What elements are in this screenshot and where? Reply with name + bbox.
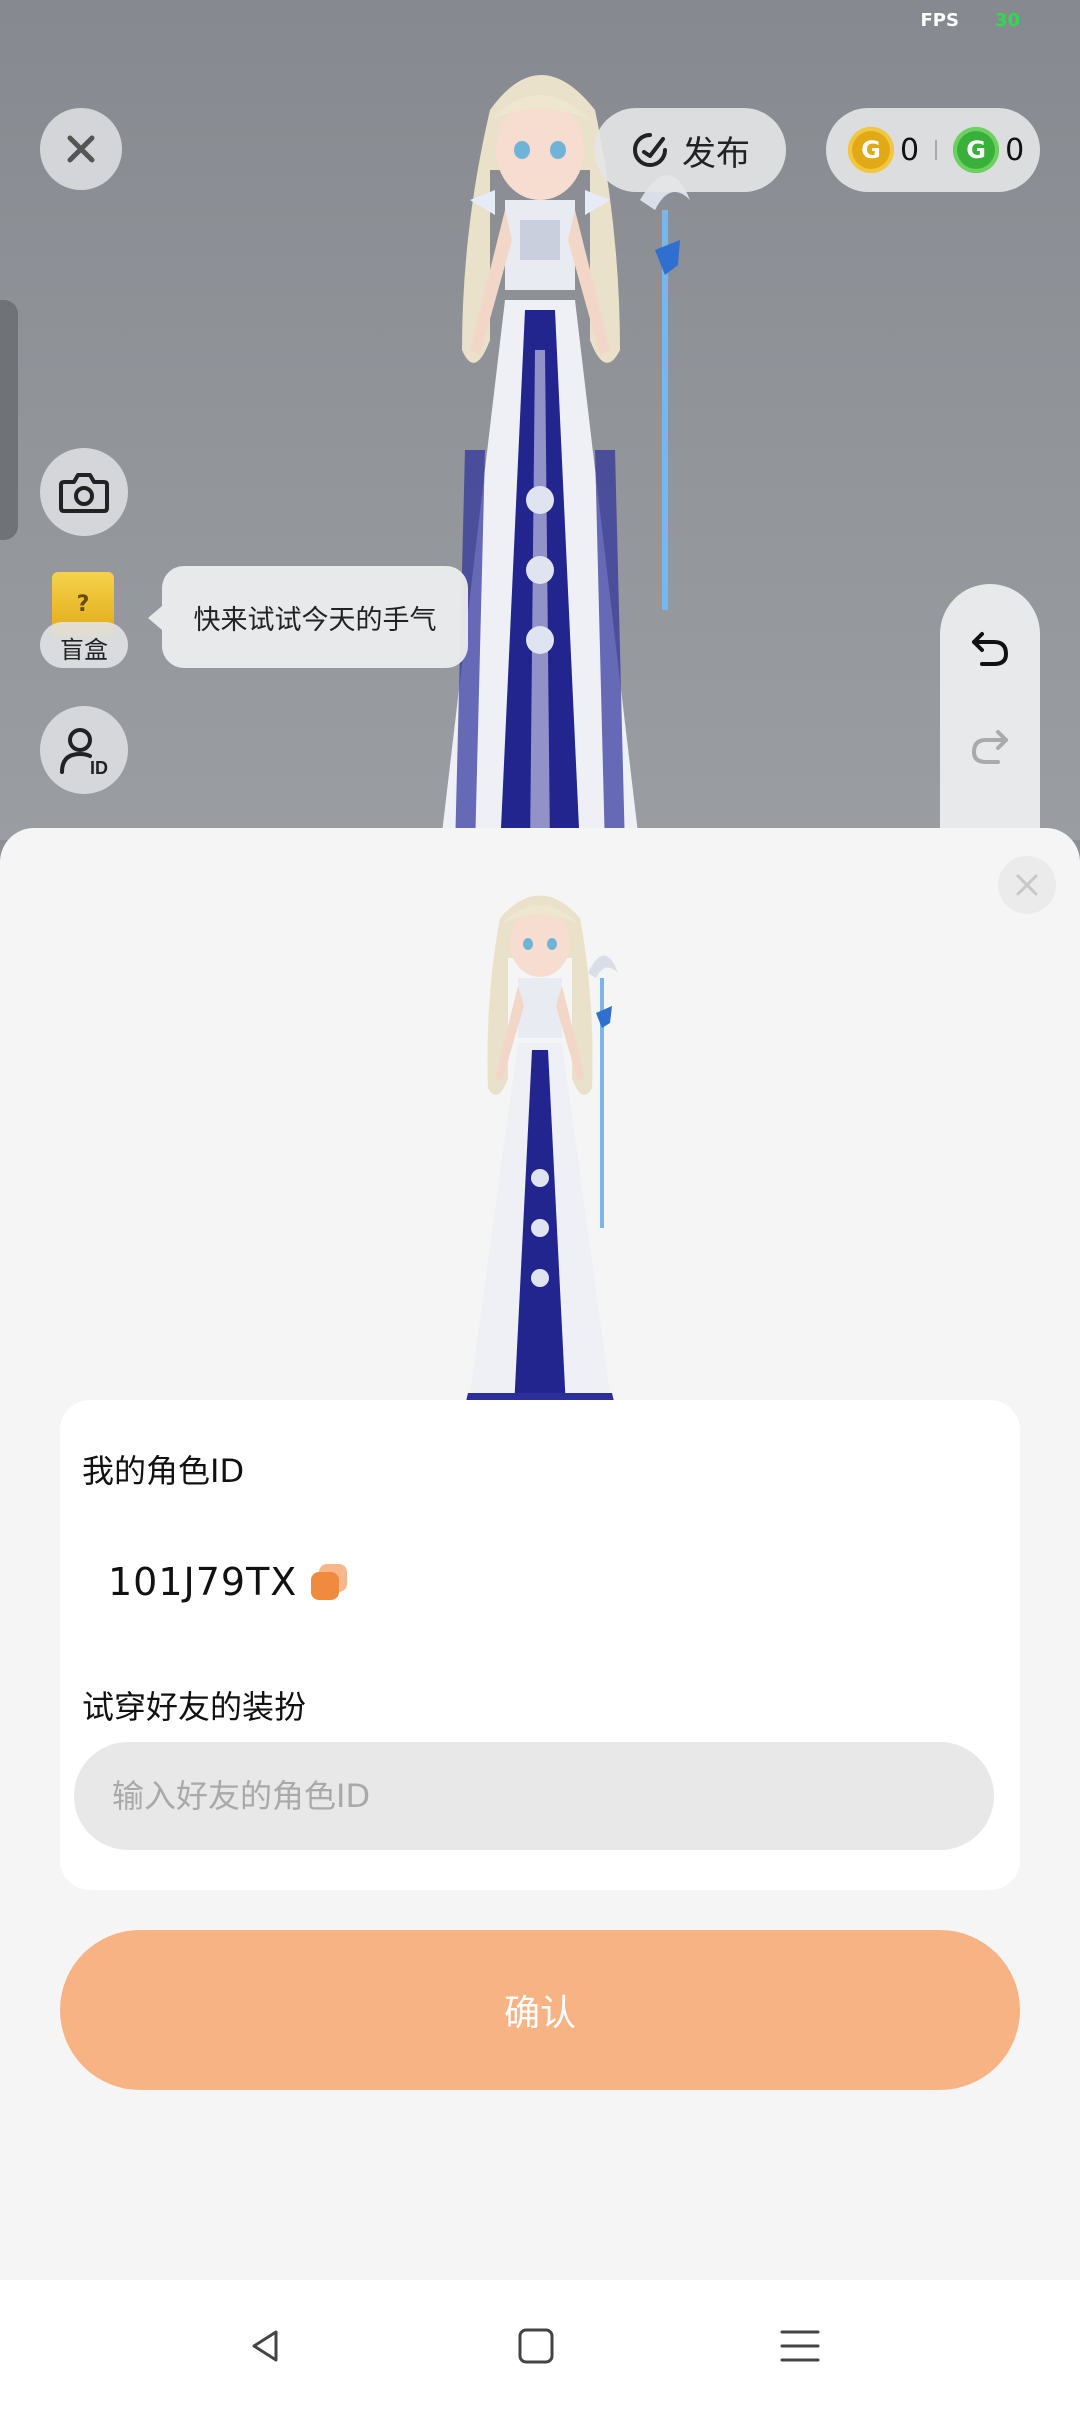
- my-id-title: 我的角色ID: [82, 1452, 245, 1490]
- publish-button[interactable]: 发布: [594, 108, 786, 192]
- undo-redo-panel: [940, 584, 1040, 840]
- character-id-icon: ID: [60, 728, 108, 778]
- friend-id-input[interactable]: [74, 1742, 994, 1850]
- close-icon: [67, 135, 95, 163]
- tryon-title: 试穿好友的装扮: [82, 1688, 307, 1726]
- close-icon: [1016, 874, 1038, 896]
- fps-label: FPS: [920, 10, 959, 31]
- undo-icon[interactable]: [968, 626, 1012, 670]
- sheet-close-button[interactable]: [998, 856, 1056, 914]
- publish-icon: [633, 133, 667, 167]
- fps-counter: FPS 30: [920, 10, 1020, 31]
- back-nav-icon: [252, 2330, 278, 2362]
- green-coin-icon: G: [953, 127, 1000, 173]
- publish-label: 发布: [682, 133, 750, 174]
- currency-pill[interactable]: G 0 G 0: [826, 108, 1040, 192]
- confirm-button[interactable]: 确认: [60, 1930, 1020, 2090]
- menu-nav-button[interactable]: [772, 2318, 828, 2374]
- blindbox-button[interactable]: ? 盲盒: [40, 572, 128, 672]
- home-nav-button[interactable]: [508, 2318, 564, 2374]
- home-nav-icon: [518, 2328, 554, 2364]
- character-id-card: 我的角色ID 101J79TX 试穿好友的装扮: [60, 1400, 1020, 1890]
- character-preview: [464, 895, 618, 1431]
- my-id-row: 101J79TX: [108, 1560, 348, 1604]
- blindbox-label: 盲盒: [40, 622, 128, 668]
- copy-icon[interactable]: [311, 1564, 348, 1600]
- character-id-sheet: 我的角色ID 101J79TX 试穿好友的装扮 确认: [0, 828, 1080, 2280]
- close-button[interactable]: [40, 108, 122, 190]
- camera-icon: [59, 473, 109, 513]
- svg-text:ID: ID: [90, 758, 108, 778]
- back-nav-button[interactable]: [238, 2318, 294, 2374]
- divider: [935, 140, 938, 160]
- my-id-value: 101J79TX: [108, 1560, 298, 1604]
- fps-value: 30: [994, 10, 1020, 31]
- character-id-button[interactable]: ID: [40, 706, 128, 794]
- redo-icon[interactable]: [968, 724, 1012, 768]
- avatar-scene: FPS 30 发布 G 0 G 0 ? 盲盒 快来试试今天的手气 ID: [0, 0, 1080, 840]
- side-drawer-handle[interactable]: [0, 300, 18, 540]
- menu-nav-icon: [780, 2330, 820, 2362]
- gold-coin-count: 0: [900, 132, 920, 168]
- gold-coin-icon: G: [848, 127, 894, 173]
- blindbox-tip-bubble: 快来试试今天的手气: [148, 566, 468, 668]
- green-coin-count: 0: [1005, 132, 1025, 168]
- camera-button[interactable]: [40, 448, 128, 536]
- system-navigation-bar: [0, 2280, 1080, 2412]
